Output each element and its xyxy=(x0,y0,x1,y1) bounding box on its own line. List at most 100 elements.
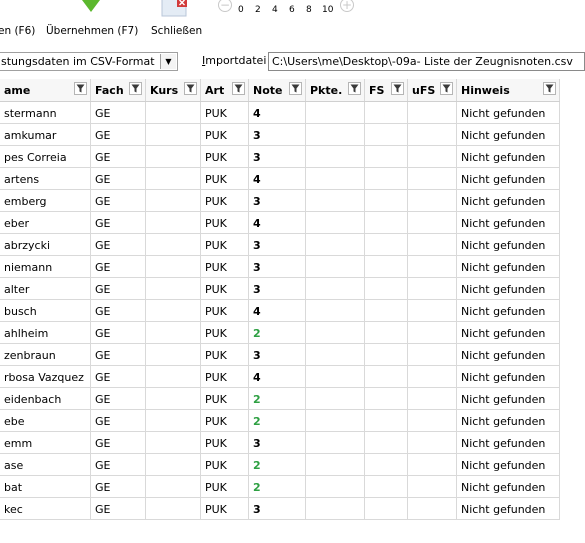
column-header-ufs[interactable]: uFS xyxy=(408,79,457,101)
table-row[interactable]: pes Correia GE PUK 3 Nicht gefunden xyxy=(0,146,560,168)
cell-fs[interactable] xyxy=(365,344,408,366)
cell-kurs[interactable] xyxy=(146,278,201,300)
cell-fach[interactable]: GE xyxy=(91,498,146,520)
cell-fs[interactable] xyxy=(365,256,408,278)
cell-note[interactable]: 4 xyxy=(249,366,306,388)
filter-icon[interactable] xyxy=(74,82,87,95)
cell-pkte[interactable] xyxy=(306,476,365,498)
cell-fs[interactable] xyxy=(365,146,408,168)
column-header-fs[interactable]: FS xyxy=(365,79,408,101)
table-row[interactable]: amkumar GE PUK 3 Nicht gefunden xyxy=(0,124,560,146)
cell-name[interactable]: ase xyxy=(0,454,91,476)
cell-name[interactable]: niemann xyxy=(0,256,91,278)
cell-fach[interactable]: GE xyxy=(91,476,146,498)
table-row[interactable]: busch GE PUK 4 Nicht gefunden xyxy=(0,300,560,322)
format-select[interactable]: stungsdaten im CSV-Format ▼ xyxy=(0,52,178,71)
cell-kurs[interactable] xyxy=(146,124,201,146)
filter-icon[interactable] xyxy=(184,82,197,95)
cell-fs[interactable] xyxy=(365,388,408,410)
cell-fs[interactable] xyxy=(365,454,408,476)
cell-name[interactable]: rbosa Vazquez xyxy=(0,366,91,388)
column-header-hinweis[interactable]: Hinweis xyxy=(457,79,560,101)
cell-fs[interactable] xyxy=(365,168,408,190)
cell-name[interactable]: ahlheim xyxy=(0,322,91,344)
table-row[interactable]: abrzycki GE PUK 3 Nicht gefunden xyxy=(0,234,560,256)
cell-kurs[interactable] xyxy=(146,300,201,322)
cell-fach[interactable]: GE xyxy=(91,190,146,212)
cell-fs[interactable] xyxy=(365,212,408,234)
cell-hinweis[interactable]: Nicht gefunden xyxy=(457,498,560,520)
cell-hinweis[interactable]: Nicht gefunden xyxy=(457,102,560,124)
cell-fs[interactable] xyxy=(365,124,408,146)
cell-art[interactable]: PUK xyxy=(201,102,249,124)
cell-name[interactable]: emberg xyxy=(0,190,91,212)
cell-art[interactable]: PUK xyxy=(201,454,249,476)
column-header-art[interactable]: Art xyxy=(201,79,249,101)
cell-kurs[interactable] xyxy=(146,432,201,454)
cell-art[interactable]: PUK xyxy=(201,190,249,212)
cell-kurs[interactable] xyxy=(146,410,201,432)
cell-ufs[interactable] xyxy=(408,146,457,168)
table-row[interactable]: alter GE PUK 3 Nicht gefunden xyxy=(0,278,560,300)
cell-pkte[interactable] xyxy=(306,344,365,366)
cell-fach[interactable]: GE xyxy=(91,146,146,168)
cell-art[interactable]: PUK xyxy=(201,388,249,410)
cell-kurs[interactable] xyxy=(146,388,201,410)
cell-hinweis[interactable]: Nicht gefunden xyxy=(457,212,560,234)
table-row[interactable]: bat GE PUK 2 Nicht gefunden xyxy=(0,476,560,498)
cell-hinweis[interactable]: Nicht gefunden xyxy=(457,432,560,454)
table-row[interactable]: emberg GE PUK 3 Nicht gefunden xyxy=(0,190,560,212)
cell-ufs[interactable] xyxy=(408,168,457,190)
column-header-note[interactable]: Note xyxy=(249,79,306,101)
cell-pkte[interactable] xyxy=(306,366,365,388)
cell-kurs[interactable] xyxy=(146,322,201,344)
cell-art[interactable]: PUK xyxy=(201,432,249,454)
close-button[interactable]: Schließen xyxy=(148,0,204,46)
filter-icon[interactable] xyxy=(289,82,302,95)
cell-note[interactable]: 3 xyxy=(249,498,306,520)
cell-art[interactable]: PUK xyxy=(201,322,249,344)
cell-ufs[interactable] xyxy=(408,344,457,366)
cell-fs[interactable] xyxy=(365,476,408,498)
cell-pkte[interactable] xyxy=(306,234,365,256)
cell-art[interactable]: PUK xyxy=(201,476,249,498)
filter-icon[interactable] xyxy=(348,82,361,95)
cell-note[interactable]: 4 xyxy=(249,102,306,124)
cell-pkte[interactable] xyxy=(306,124,365,146)
cell-kurs[interactable] xyxy=(146,212,201,234)
table-row[interactable]: ahlheim GE PUK 2 Nicht gefunden xyxy=(0,322,560,344)
zoom-plus-button[interactable]: + xyxy=(340,0,354,12)
cell-kurs[interactable] xyxy=(146,366,201,388)
cell-ufs[interactable] xyxy=(408,234,457,256)
cell-art[interactable]: PUK xyxy=(201,212,249,234)
cell-note[interactable]: 3 xyxy=(249,344,306,366)
cell-ufs[interactable] xyxy=(408,190,457,212)
cell-art[interactable]: PUK xyxy=(201,146,249,168)
cell-fach[interactable]: GE xyxy=(91,388,146,410)
cell-fs[interactable] xyxy=(365,322,408,344)
import-file-input[interactable]: C:\Users\me\Desktop\-09a- Liste der Zeug… xyxy=(268,52,585,71)
cell-fach[interactable]: GE xyxy=(91,366,146,388)
cell-hinweis[interactable]: Nicht gefunden xyxy=(457,168,560,190)
chevron-down-icon[interactable]: ▼ xyxy=(160,54,176,69)
table-row[interactable]: zenbraun GE PUK 3 Nicht gefunden xyxy=(0,344,560,366)
cell-art[interactable]: PUK xyxy=(201,410,249,432)
cell-name[interactable]: eber xyxy=(0,212,91,234)
cell-note[interactable]: 2 xyxy=(249,476,306,498)
cell-hinweis[interactable]: Nicht gefunden xyxy=(457,256,560,278)
cell-ufs[interactable] xyxy=(408,322,457,344)
cell-note[interactable]: 4 xyxy=(249,168,306,190)
column-header-fach[interactable]: Fach xyxy=(91,79,146,101)
cell-hinweis[interactable]: Nicht gefunden xyxy=(457,454,560,476)
cell-fs[interactable] xyxy=(365,432,408,454)
cell-pkte[interactable] xyxy=(306,498,365,520)
table-row[interactable]: stermann GE PUK 4 Nicht gefunden xyxy=(0,102,560,124)
cell-name[interactable]: kec xyxy=(0,498,91,520)
cell-ufs[interactable] xyxy=(408,256,457,278)
cell-fs[interactable] xyxy=(365,234,408,256)
cell-fach[interactable]: GE xyxy=(91,212,146,234)
cell-note[interactable]: 4 xyxy=(249,212,306,234)
cell-art[interactable]: PUK xyxy=(201,168,249,190)
table-row[interactable]: eber GE PUK 4 Nicht gefunden xyxy=(0,212,560,234)
cell-pkte[interactable] xyxy=(306,322,365,344)
